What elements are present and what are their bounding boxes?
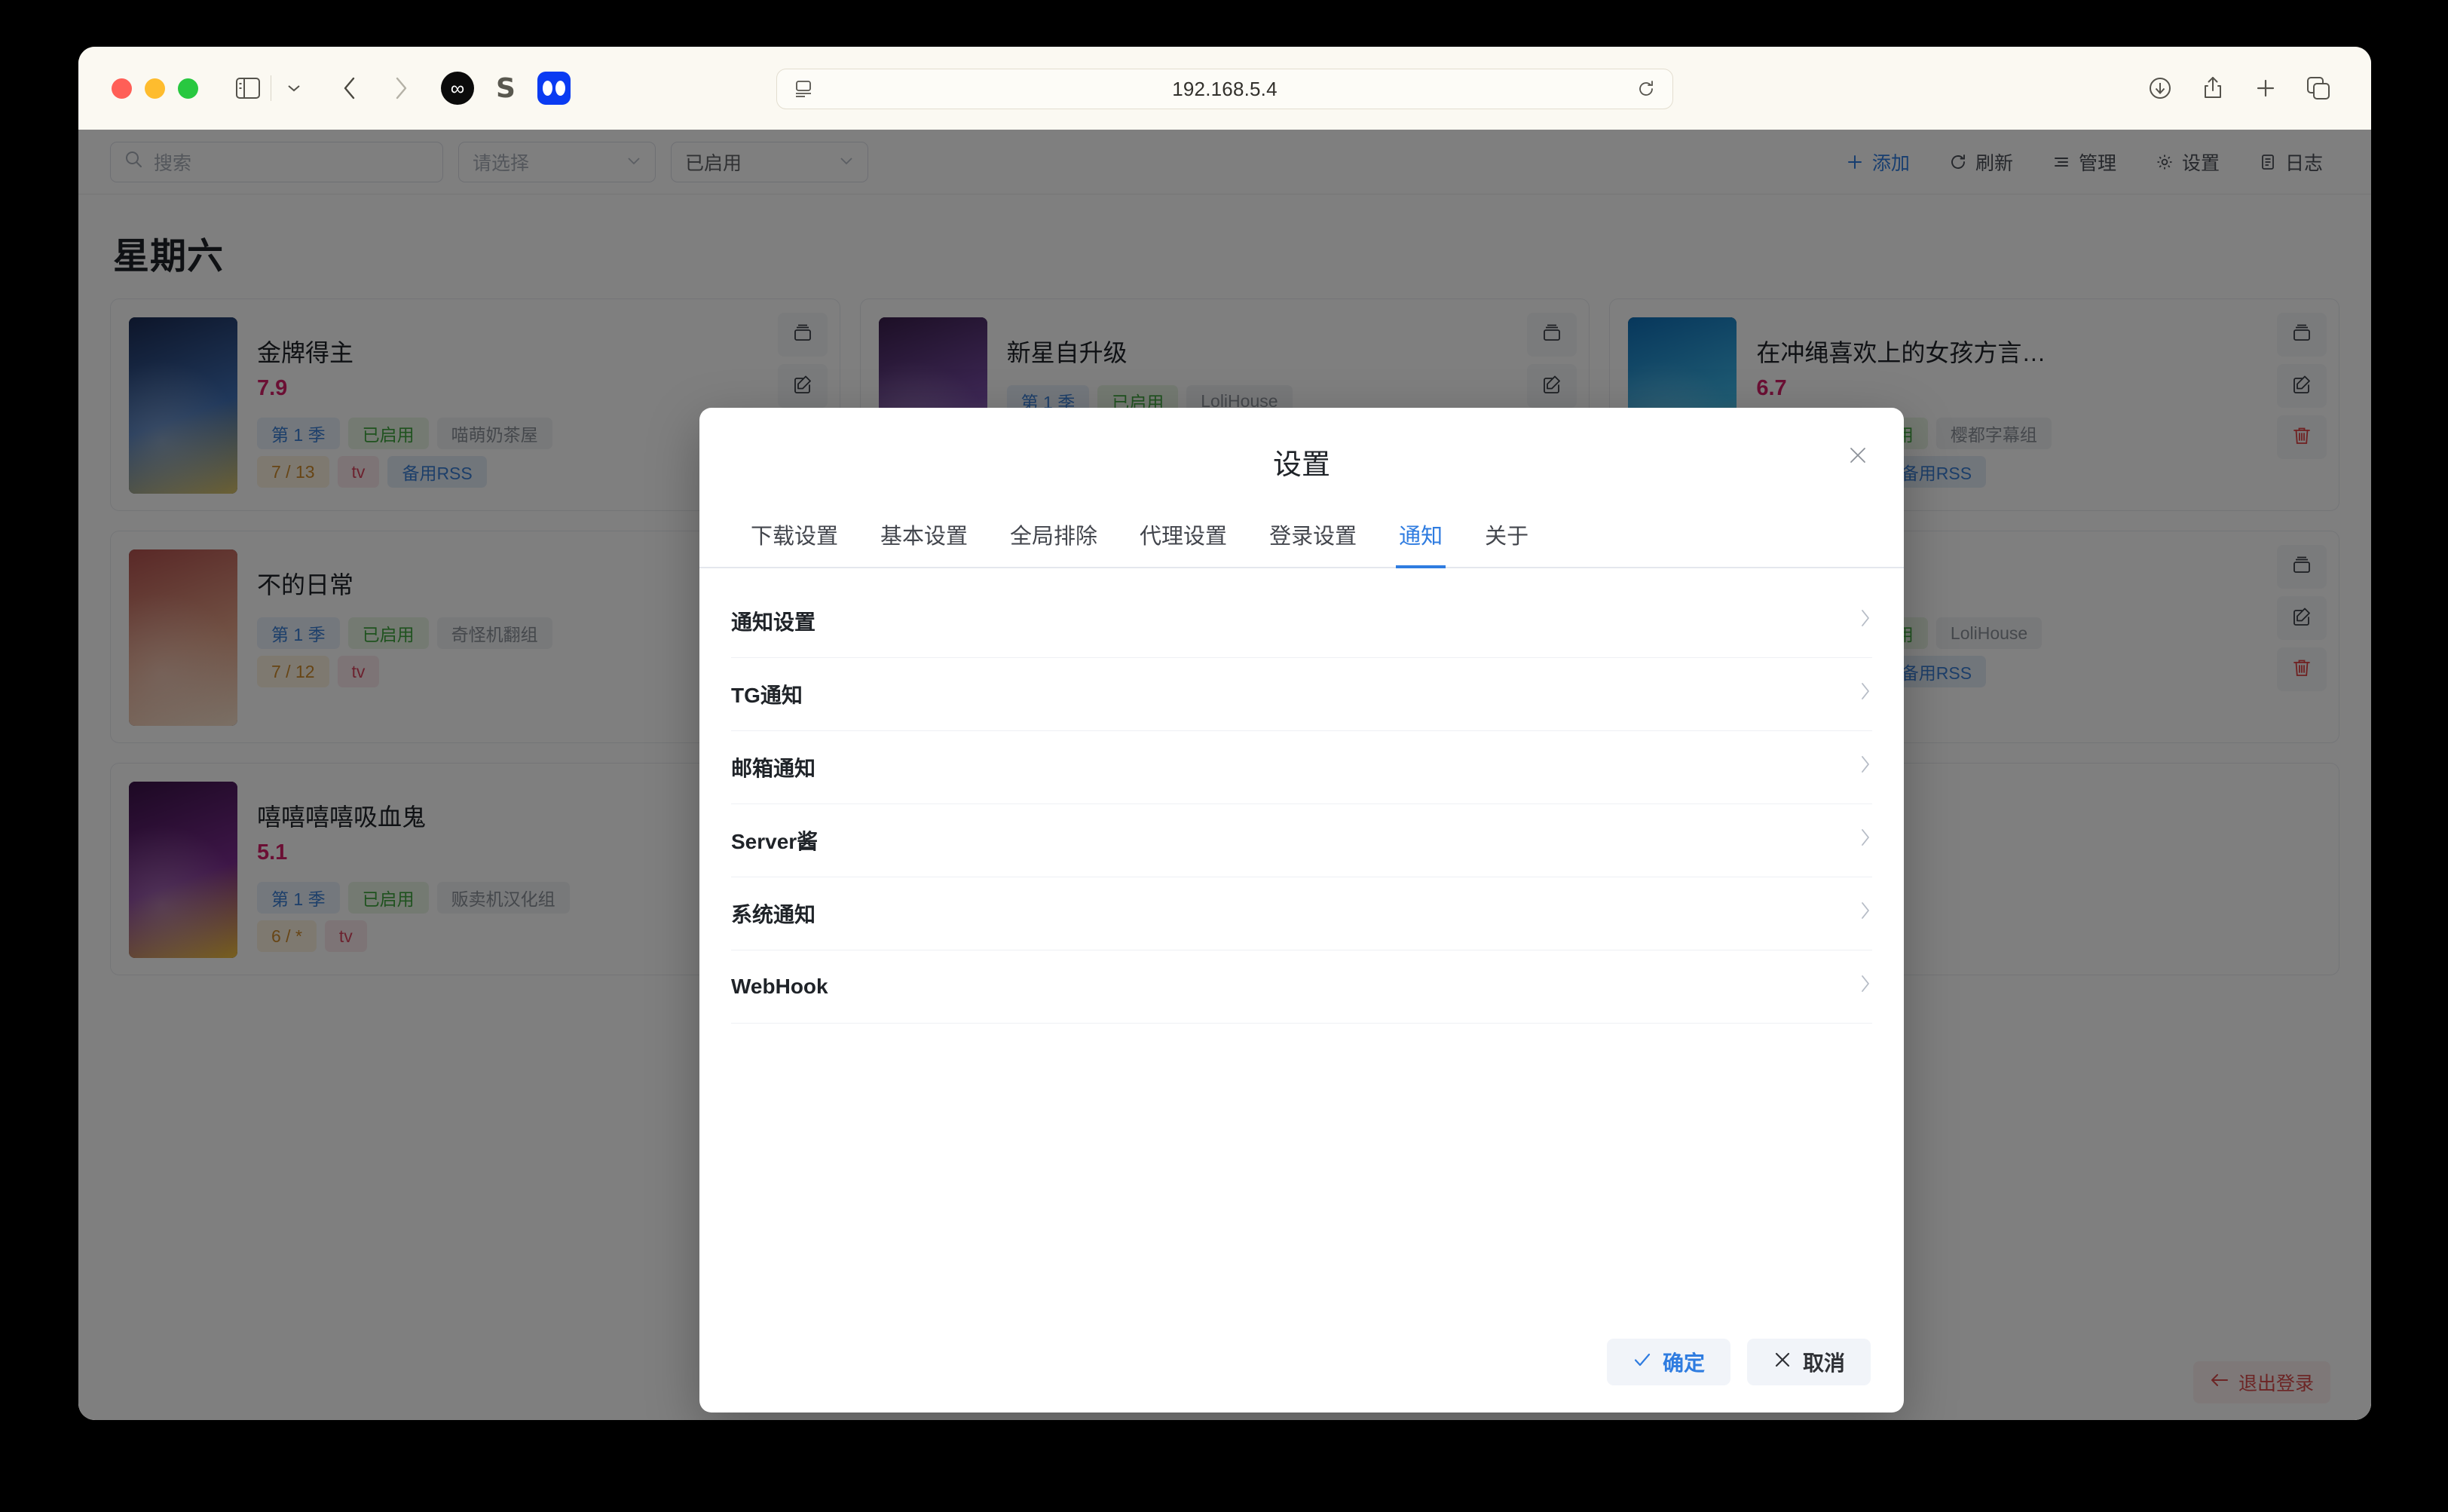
tab-5[interactable]: 登录设置: [1248, 519, 1378, 567]
browser-toolbar: ∞ S 192.168.5.4: [78, 47, 2371, 130]
minimize-window-button[interactable]: [145, 78, 165, 99]
cancel-button[interactable]: 取消: [1746, 1339, 1871, 1385]
settings-row[interactable]: 通知设置: [731, 585, 1872, 658]
settings-row[interactable]: TG通知: [731, 658, 1872, 731]
maximize-window-button[interactable]: [178, 78, 198, 99]
forward-arrow-icon[interactable]: [381, 69, 421, 108]
plus-icon[interactable]: [2246, 69, 2285, 108]
check-icon: [1633, 1350, 1652, 1375]
dialog-body: 通知设置 TG通知邮箱通知 Server酱 系统通知 WebHook: [699, 568, 1904, 1339]
settings-row-label: Server酱: [731, 830, 819, 853]
dialog-footer: 确定 取消: [699, 1339, 1904, 1413]
settings-row-label: 系统通知: [731, 903, 816, 926]
tab-2[interactable]: 基本设置: [859, 519, 989, 567]
tab-3[interactable]: 全局排除: [989, 519, 1118, 567]
chevron-right-icon: [1859, 754, 1872, 781]
chevron-right-icon: [1859, 973, 1872, 1000]
close-window-button[interactable]: [112, 78, 132, 99]
infinity-extension-icon[interactable]: ∞: [437, 68, 478, 109]
dialog-title: 设置: [1272, 449, 1330, 481]
chevron-right-icon: [1859, 608, 1872, 635]
reader-view-icon[interactable]: [791, 76, 816, 102]
tab-7[interactable]: 关于: [1464, 519, 1550, 567]
url-text: 192.168.5.4: [1172, 77, 1278, 100]
chevron-right-icon: [1859, 681, 1872, 708]
settings-row-label: WebHook: [731, 975, 828, 998]
dialog-tabs: 下载设置 基本设置 全局排除 代理设置 登录设置 通知 关于: [699, 519, 1904, 568]
settings-row-label: 邮箱通知: [731, 757, 816, 780]
tab-6[interactable]: 通知: [1378, 519, 1464, 568]
browser-toolbar-right-actions: [2140, 69, 2338, 108]
web-page-content: 搜索 请选择 已启用 添加: [78, 130, 2371, 1420]
chevron-down-icon[interactable]: [274, 69, 314, 108]
settings-row[interactable]: WebHook: [731, 950, 1872, 1024]
cancel-button-label: 取消: [1802, 1351, 1845, 1375]
share-icon[interactable]: [2193, 69, 2232, 108]
downloads-icon[interactable]: [2140, 69, 2180, 108]
address-bar[interactable]: 192.168.5.4: [776, 69, 1673, 109]
sidebar-icon[interactable]: [228, 69, 268, 108]
blue-eyes-extension-icon[interactable]: [534, 68, 574, 109]
settings-row[interactable]: 系统通知: [731, 877, 1872, 950]
confirm-button[interactable]: 确定: [1606, 1339, 1730, 1385]
confirm-button-label: 确定: [1662, 1351, 1705, 1375]
close-icon[interactable]: [1841, 438, 1875, 473]
tab-1[interactable]: 下载设置: [730, 519, 859, 567]
tab-overview-icon[interactable]: [2299, 69, 2338, 108]
settings-row[interactable]: Server酱: [731, 804, 1872, 877]
reload-icon[interactable]: [1633, 76, 1659, 102]
dialog-header: 设置: [699, 408, 1904, 482]
settings-row-label: TG通知: [731, 684, 803, 707]
settings-row-label: 通知设置: [731, 611, 816, 634]
back-arrow-icon[interactable]: [330, 69, 369, 108]
x-icon: [1773, 1350, 1792, 1375]
chevron-right-icon: [1859, 900, 1872, 927]
tab-4[interactable]: 代理设置: [1118, 519, 1248, 567]
settings-dialog: 设置 下载设置 基本设置 全局排除 代理设置 登录设置 通知 关于 通知设置 TG通知邮箱通知…: [699, 408, 1904, 1413]
safari-browser-window: ∞ S 192.168.5.4 设置 下载设置 基本设置 全局排除 代理设置 登…: [78, 47, 2371, 1420]
settings-row[interactable]: 邮箱通知: [731, 731, 1872, 804]
s-extension-icon[interactable]: S: [485, 68, 526, 109]
window-traffic-lights: [112, 78, 198, 99]
chevron-right-icon: [1859, 827, 1872, 854]
